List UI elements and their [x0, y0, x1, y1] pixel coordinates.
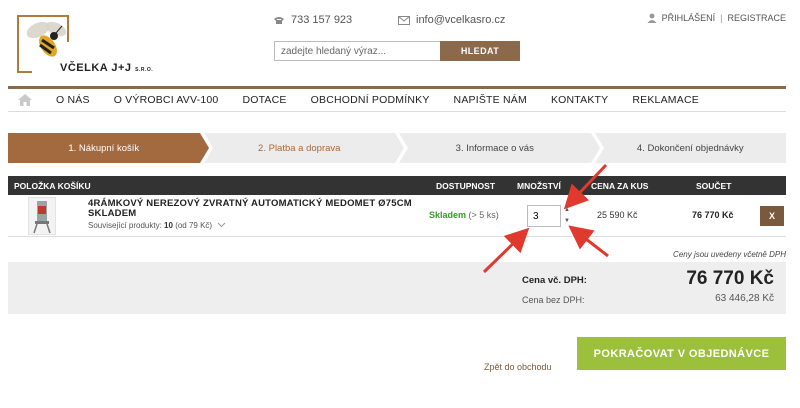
- product-thumbnail[interactable]: [28, 197, 56, 235]
- login-link[interactable]: PŘIHLÁŠENÍ: [662, 13, 716, 23]
- step-info[interactable]: 3. Informace o vás: [399, 133, 600, 163]
- step-payment[interactable]: 2. Platba a doprava: [203, 133, 404, 163]
- logo[interactable]: VČELKA J+J S.R.O.: [14, 12, 154, 78]
- quantity-input[interactable]: [527, 205, 561, 227]
- home-link[interactable]: [10, 94, 40, 106]
- nav-item-o-nas[interactable]: O NÁS: [56, 94, 90, 106]
- related-count: 10: [164, 221, 173, 230]
- account-separator: |: [720, 13, 723, 23]
- email-contact[interactable]: info@vcelkasro.cz: [398, 14, 505, 26]
- search-button[interactable]: HLEDAT: [440, 41, 520, 61]
- stock-detail: (> 5 ks): [468, 210, 499, 220]
- product-name[interactable]: 4RÁMKOVÝ NEREZOVÝ ZVRATNÝ AUTOMATICKÝ ME…: [88, 199, 418, 219]
- vat-note: Ceny jsou uvedeny včetně DPH: [673, 250, 786, 259]
- home-icon: [18, 94, 32, 106]
- col-availability: DOSTUPNOST: [436, 181, 496, 191]
- register-link[interactable]: REGISTRACE: [727, 13, 786, 23]
- mail-icon: [398, 15, 410, 25]
- col-item: POLOŽKA KOŠÍKU: [14, 181, 91, 191]
- step-cart-label: 1. Nákupní košík: [68, 142, 140, 154]
- logo-text: VČELKA J+J: [60, 62, 132, 74]
- nav-item-obchodni-podminky[interactable]: OBCHODNÍ PODMÍNKY: [311, 94, 430, 106]
- user-icon: [647, 13, 657, 23]
- search-bar: HLEDAT: [274, 41, 520, 61]
- phone-number: 733 157 923: [291, 14, 353, 26]
- step-payment-label: 2. Platba a doprava: [258, 142, 341, 154]
- nav-item-kontakty[interactable]: KONTAKTY: [551, 94, 608, 106]
- cart-table-header: POLOŽKA KOŠÍKU DOSTUPNOST MNOŽSTVÍ CENA …: [8, 176, 786, 195]
- nav-item-dotace[interactable]: DOTACE: [242, 94, 286, 106]
- quantity-increase-icon[interactable]: ▲: [561, 205, 573, 216]
- step-info-label: 3. Informace o vás: [455, 142, 534, 154]
- nav-item-napiste-nam[interactable]: NAPIŠTE NÁM: [454, 94, 527, 106]
- stock-status: Skladem (> 5 ks): [429, 210, 499, 220]
- remove-item-button[interactable]: X: [760, 206, 784, 226]
- col-unit-price: CENA ZA KUS: [591, 181, 649, 191]
- product-image-icon: [33, 201, 51, 234]
- account-links: PŘIHLÁŠENÍ | REGISTRACE: [647, 13, 786, 23]
- price-summary: Cena vč. DPH: 76 770 Kč Cena bez DPH: 63…: [8, 262, 786, 314]
- table-row: 4RÁMKOVÝ NEREZOVÝ ZVRATNÝ AUTOMATICKÝ ME…: [8, 195, 786, 237]
- checkout-steps: 1. Nákupní košík 2. Platba a doprava 3. …: [8, 133, 786, 163]
- chevron-down-icon: [217, 222, 226, 228]
- main-nav: O NÁS O VÝROBCI AVV-100 DOTACE OBCHODNÍ …: [8, 86, 786, 112]
- phone-contact[interactable]: 733 157 923: [273, 14, 352, 26]
- price-with-vat-value: 76 770 Kč: [686, 268, 774, 289]
- nav-item-reklamace[interactable]: REKLAMACE: [632, 94, 699, 106]
- unit-price: 25 590 Kč: [597, 210, 638, 220]
- col-total: SOUČET: [696, 181, 732, 191]
- nav-item-o-vyrobci[interactable]: O VÝROBCI AVV-100: [114, 94, 219, 106]
- related-products[interactable]: Související produkty: 10 (od 79 Kč): [88, 221, 226, 230]
- col-quantity: MNOŽSTVÍ: [517, 181, 561, 191]
- search-input[interactable]: [274, 41, 440, 61]
- price-with-vat-label: Cena vč. DPH:: [522, 275, 587, 286]
- continue-order-button[interactable]: POKRAČOVAT V OBJEDNÁVCE: [577, 337, 786, 370]
- quantity-decrease-icon[interactable]: ▼: [561, 216, 573, 227]
- step-finish-label: 4. Dokončení objednávky: [636, 142, 744, 154]
- price-without-vat-label: Cena bez DPH:: [522, 295, 585, 305]
- price-without-vat-value: 63 446,28 Kč: [715, 293, 774, 304]
- step-cart[interactable]: 1. Nákupní košík: [8, 133, 209, 163]
- related-from: (od 79 Kč): [175, 221, 213, 230]
- email-address: info@vcelkasro.cz: [416, 14, 506, 26]
- back-to-shop-link[interactable]: Zpět do obchodu: [484, 362, 552, 372]
- related-label: Související produkty:: [88, 221, 162, 230]
- stock-label: Skladem: [429, 210, 467, 220]
- phone-icon: [274, 17, 284, 24]
- row-total: 76 770 Kč: [692, 210, 734, 220]
- logo-suffix: S.R.O.: [135, 67, 154, 73]
- step-finish[interactable]: 4. Dokončení objednávky: [594, 133, 786, 163]
- quantity-stepper: ▲ ▼: [561, 205, 573, 227]
